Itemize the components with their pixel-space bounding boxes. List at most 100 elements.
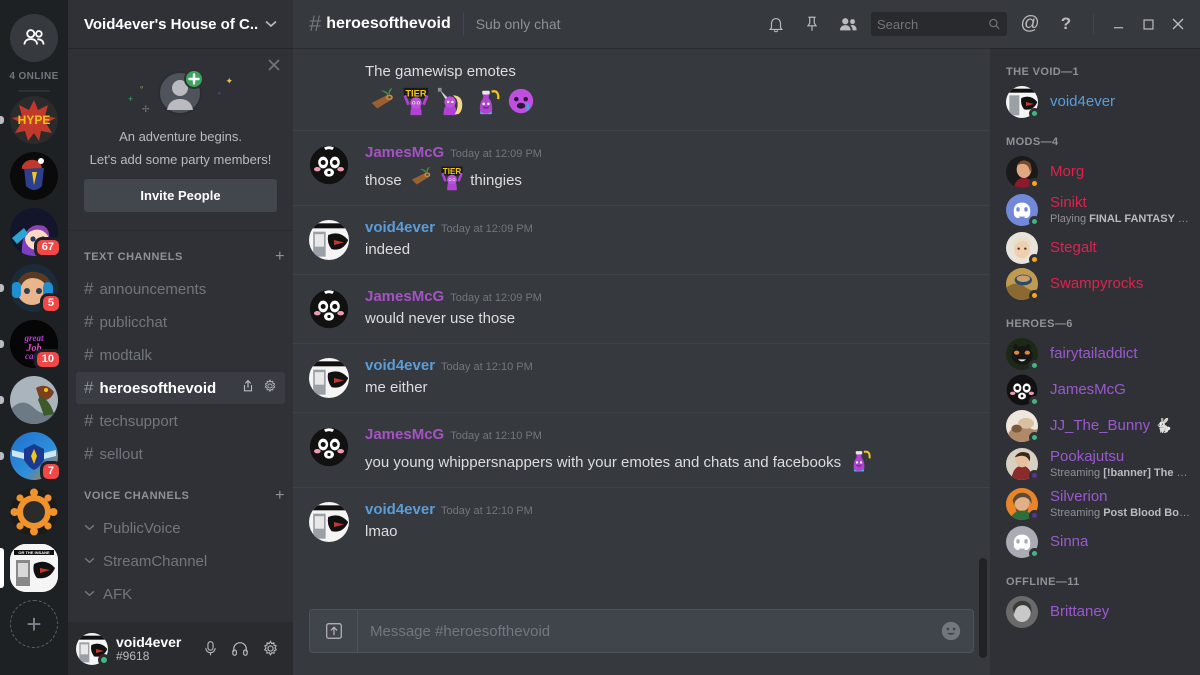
message-list[interactable]: The gamewisp emotes JamesMcG Today at 12:0… [293, 48, 990, 609]
member-item[interactable]: Brittaney [990, 594, 1200, 630]
message-author[interactable]: JamesMcG [365, 426, 444, 443]
cry-emote [506, 86, 536, 116]
message-author[interactable]: void4ever [365, 501, 435, 518]
tier-emote [401, 86, 431, 116]
status-indicator [1029, 178, 1040, 189]
emoji-icon[interactable] [929, 620, 973, 642]
category-voice-channels[interactable]: VOICE CHANNELS + [68, 484, 293, 508]
mentions-icon[interactable]: @ [1013, 7, 1047, 41]
log-emote [407, 165, 433, 191]
member-item[interactable]: JJ_The_Bunny 🐇 [990, 408, 1200, 444]
chevron-down-icon [265, 17, 277, 31]
member-item[interactable]: SilverionStreaming Post Blood Bowl ... [990, 484, 1200, 524]
message-input[interactable]: Message #heroesofthevoid [358, 623, 929, 640]
message-author[interactable]: JamesMcG [365, 288, 444, 305]
server-item-orange-gear[interactable] [0, 488, 68, 536]
member-item[interactable]: Sinna [990, 524, 1200, 560]
server-item-headphones-girl[interactable]: 5 [0, 264, 68, 314]
channel-item-modtalk[interactable]: # modtalk [76, 339, 285, 371]
gear-icon[interactable] [255, 634, 285, 664]
category-text-channels[interactable]: TEXT CHANNELS + [68, 245, 293, 269]
friends-icon [23, 29, 45, 45]
channel-item-publicchat[interactable]: # publicchat [76, 306, 285, 338]
server-item-purple-hair-girl[interactable]: 67 [0, 208, 68, 258]
members-icon[interactable] [831, 7, 865, 41]
upload-icon[interactable] [310, 609, 358, 653]
member-item[interactable]: Sinikt Playing FINAL FANTASY XIV [990, 190, 1200, 230]
headphones-icon[interactable] [225, 634, 255, 664]
message-author[interactable]: void4ever [365, 357, 435, 374]
pin-icon[interactable] [795, 7, 829, 41]
search-input[interactable] [877, 16, 989, 32]
member-item[interactable]: Swampyrocks [990, 266, 1200, 302]
knight-emote [436, 86, 466, 116]
message-author[interactable]: void4ever [365, 219, 435, 236]
spark-icon: ✦ [225, 76, 233, 86]
avatar-spacer [309, 62, 349, 102]
add-server-button[interactable]: + [10, 600, 58, 648]
channel-item-announcements[interactable]: # announcements [76, 273, 285, 305]
guild-header[interactable]: Void4ever's House of C... [68, 0, 293, 48]
status-indicator [1029, 396, 1040, 407]
scrollbar-thumb[interactable] [979, 558, 987, 658]
hash-icon: # [84, 444, 94, 463]
avatar[interactable] [309, 427, 349, 467]
close-icon[interactable] [1164, 9, 1192, 39]
composer-box[interactable]: Message #heroesofthevoid [309, 609, 974, 653]
channel-item-techsupport[interactable]: # techsupport [76, 405, 285, 437]
member-item[interactable]: JamesMcG [990, 372, 1200, 408]
avatar[interactable] [309, 289, 349, 329]
add-member-avatar-icon [157, 69, 204, 115]
server-item-monster-hunter[interactable] [0, 376, 68, 424]
help-icon[interactable]: ? [1049, 7, 1083, 41]
spark-icon: ✢ [142, 104, 150, 114]
channel-settings-icon[interactable] [263, 379, 277, 397]
hash-icon: # [84, 312, 94, 331]
member-item[interactable]: fairytailaddict [990, 336, 1200, 372]
avatar[interactable] [309, 145, 349, 185]
member-item[interactable]: Pookajutsu Streaming [!banner] The Ba... [990, 444, 1200, 484]
member-item[interactable]: Morg [990, 154, 1200, 190]
member-item[interactable]: Stegalt [990, 230, 1200, 266]
home-button[interactable] [10, 14, 58, 62]
voice-channel-item-PublicVoice[interactable]: PublicVoice [76, 512, 285, 544]
avatar[interactable] [309, 502, 349, 542]
channel-item-sellout[interactable]: # sellout [76, 438, 285, 470]
message-author[interactable]: JamesMcG [365, 144, 444, 161]
server-item-santa-shield[interactable] [0, 152, 68, 200]
channel-name: sellout [99, 445, 143, 463]
server-item-hype[interactable]: HYPE [0, 96, 68, 144]
void4ever-logo-icon: OR THE INSANE [10, 544, 58, 592]
avatar[interactable] [309, 220, 349, 260]
add-text-channel-button[interactable]: + [275, 248, 285, 266]
search-box[interactable] [871, 12, 1007, 36]
message-header: JamesMcG Today at 12:09 PM [365, 289, 974, 306]
server-item-blue-crest[interactable]: 7 [0, 432, 68, 482]
member-list[interactable]: THE VOID—1 void4ever MODS—4 Morg Sinikt Playi… [990, 48, 1200, 675]
voice-channel-item-StreamChannel[interactable]: StreamChannel [76, 545, 285, 577]
add-voice-channel-button[interactable]: + [275, 487, 285, 505]
invite-icon[interactable] [241, 379, 255, 397]
voice-channel-item-AFK[interactable]: AFK [76, 578, 285, 610]
spark-icon: ◦ [140, 82, 144, 92]
avatar[interactable] [309, 358, 349, 398]
voice-channel-group: PublicVoice StreamChannel AFK [68, 512, 293, 610]
server-item-great-job-candy[interactable]: great Job candy 10 [0, 320, 68, 370]
invite-people-button[interactable]: Invite People [84, 179, 277, 212]
bell-icon[interactable] [759, 7, 793, 41]
avatar[interactable] [76, 632, 110, 666]
message-scrollbar[interactable] [979, 128, 987, 658]
microphone-icon[interactable] [195, 634, 225, 664]
invite-line-1: An adventure begins. [119, 129, 242, 144]
minimize-icon[interactable] [1104, 9, 1132, 39]
channel-item-heroesofthevoid[interactable]: # heroesofthevoid [76, 372, 285, 404]
avatar [1006, 338, 1040, 371]
unread-pill [0, 116, 4, 124]
maximize-icon[interactable] [1134, 9, 1162, 39]
server-item-void4ever[interactable]: OR THE INSANE [0, 544, 68, 592]
activity-title: [!banner] The Ba... [1103, 466, 1192, 479]
divider [462, 12, 464, 36]
guild-name: Void4ever's House of C... [84, 15, 259, 33]
channel-name: publicchat [99, 313, 168, 331]
member-item[interactable]: void4ever [990, 84, 1200, 120]
